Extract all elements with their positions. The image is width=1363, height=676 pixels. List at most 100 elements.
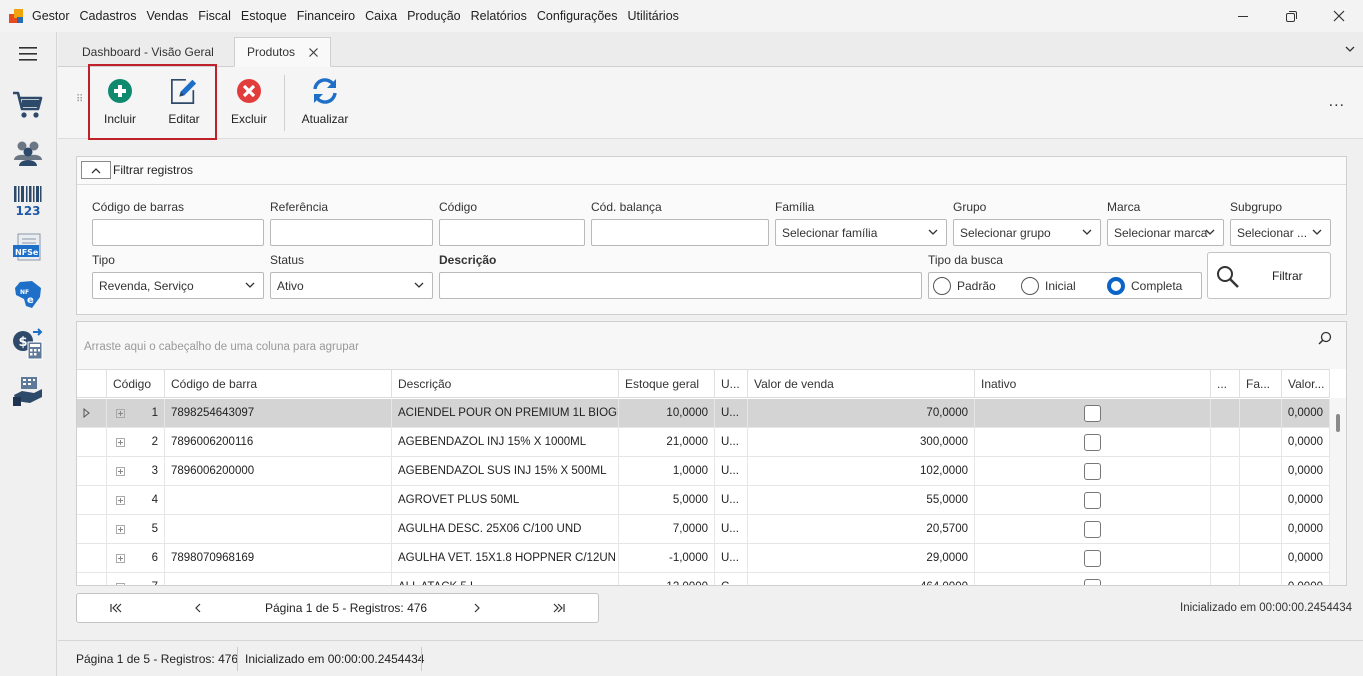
sidebar-item-nfe[interactable]: NF e [11, 278, 45, 312]
close-window-button[interactable] [1316, 0, 1362, 32]
cell-empty [1211, 515, 1240, 543]
table-row[interactable]: 5 AGULHA DESC. 25X06 C/100 UND 7,0000 U... 2… [77, 515, 1330, 544]
radio-padrao[interactable]: Padrão [933, 277, 996, 295]
inativo-checkbox[interactable] [1084, 404, 1101, 422]
incluir-button[interactable]: Incluir [88, 77, 152, 133]
header-fa[interactable]: Fa... [1240, 370, 1282, 398]
search-icon [1217, 266, 1239, 288]
status-select[interactable]: Ativo [270, 272, 433, 299]
row-indicator [77, 457, 107, 485]
grid-search-button[interactable] [1318, 331, 1332, 348]
chevron-down-icon [1082, 229, 1092, 235]
cell-codigo: 1 [107, 399, 165, 427]
menu-producao[interactable]: Produção [407, 9, 461, 23]
sidebar-item-financeiro[interactable]: $ [11, 327, 45, 361]
first-page-button[interactable] [101, 594, 131, 622]
inativo-checkbox[interactable] [1084, 578, 1101, 585]
app-name[interactable]: Gestor [32, 9, 70, 23]
table-row[interactable]: 1 7898254643097 ACIENDEL POUR ON PREMIUM 1… [77, 399, 1330, 428]
expand-row-icon[interactable] [116, 553, 125, 563]
codigo-barras-input[interactable] [92, 219, 264, 246]
radio-completa[interactable]: Completa [1107, 277, 1182, 295]
grid-vertical-scrollbar[interactable] [1330, 398, 1346, 585]
codigo-input[interactable] [439, 219, 585, 246]
menu-caixa[interactable]: Caixa [365, 9, 397, 23]
collapse-filter-button[interactable] [81, 161, 111, 179]
editar-button[interactable]: Editar [152, 77, 216, 133]
tab-list-dropdown[interactable] [1345, 43, 1355, 53]
inativo-checkbox[interactable] [1084, 549, 1101, 567]
next-page-button[interactable] [462, 594, 492, 622]
grupo-select[interactable]: Selecionar grupo [953, 219, 1101, 246]
last-page-button[interactable] [544, 594, 574, 622]
atualizar-button[interactable]: Atualizar [293, 77, 357, 133]
header-descricao[interactable]: Descrição [392, 370, 619, 398]
cell-codigo-value: 4 [151, 494, 158, 506]
expand-row-icon[interactable] [116, 408, 125, 418]
marca-select[interactable]: Selecionar marca [1107, 219, 1224, 246]
menu-utilitarios[interactable]: Utilitários [628, 9, 679, 23]
cell-un: U... [715, 515, 748, 543]
menu-fiscal[interactable]: Fiscal [198, 9, 231, 23]
menu-financeiro[interactable]: Financeiro [297, 9, 355, 23]
table-row[interactable]: 4 AGROVET PLUS 50ML 5,0000 U... 55,0000 0,000… [77, 486, 1330, 515]
descricao-input[interactable] [439, 272, 922, 299]
expand-row-icon[interactable] [116, 466, 125, 476]
group-by-panel[interactable]: Arraste aqui o cabeçalho de uma coluna p… [77, 322, 1346, 369]
table-row[interactable]: 7 ALL ATACK 5 L12,0000C...464,0000 0,0000 [77, 573, 1330, 585]
menu-relatorios[interactable]: Relatórios [471, 9, 527, 23]
restore-button[interactable] [1268, 0, 1314, 32]
cell-codigo-value: 3 [151, 465, 158, 477]
header-codigo-barra[interactable]: Código de barra [165, 370, 392, 398]
sidebar-item-vendas[interactable] [11, 88, 45, 122]
chevron-up-icon [91, 167, 101, 173]
hamburger-menu-button[interactable] [11, 37, 45, 71]
sidebar-item-produtos[interactable]: 123 [11, 184, 45, 218]
menu-vendas[interactable]: Vendas [147, 9, 189, 23]
expand-row-icon[interactable] [116, 437, 125, 447]
cell-codigo: 4 [107, 486, 165, 514]
cell-empty [1240, 399, 1282, 427]
header-inativo[interactable]: Inativo [975, 370, 1211, 398]
referencia-input[interactable] [270, 219, 433, 246]
expand-row-icon[interactable] [116, 582, 125, 585]
menu-configuracoes[interactable]: Configurações [537, 9, 618, 23]
header-unidade[interactable]: U... [715, 370, 748, 398]
header-estoque-geral[interactable]: Estoque geral [619, 370, 715, 398]
tipo-select[interactable]: Revenda, Serviço [92, 272, 264, 299]
toolbar-grip-icon[interactable]: ⠿ [76, 95, 83, 105]
menu-cadastros[interactable]: Cadastros [80, 9, 137, 23]
sidebar-item-caixa[interactable] [11, 374, 45, 408]
inativo-checkbox[interactable] [1084, 520, 1101, 538]
inativo-checkbox[interactable] [1084, 462, 1101, 480]
table-row[interactable]: 6 7898070968169 AGULHA VET. 15X1.8 HOPPNER… [77, 544, 1330, 573]
cod-balanca-input[interactable] [591, 219, 769, 246]
status-init-time: Inicializado em 00:00:00.2454434 [245, 652, 425, 666]
sidebar-item-nfse[interactable]: NFSe [11, 231, 45, 265]
sidebar-item-clientes[interactable] [11, 135, 45, 169]
tab-close-button[interactable] [309, 45, 318, 60]
subgrupo-select[interactable]: Selecionar ... [1230, 219, 1331, 246]
radio-inicial[interactable]: Inicial [1021, 277, 1076, 295]
header-codigo[interactable]: Código [107, 370, 165, 398]
menu-estoque[interactable]: Estoque [241, 9, 287, 23]
header-col-8[interactable]: ... [1211, 370, 1240, 398]
inativo-checkbox[interactable] [1084, 433, 1101, 451]
tab-dashboard[interactable]: Dashboard - Visão Geral [70, 37, 226, 67]
filtrar-button[interactable]: Filtrar [1207, 252, 1331, 299]
table-row[interactable]: 2 7896006200116 AGEBENDAZOL INJ 15% X 1000… [77, 428, 1330, 457]
table-row[interactable]: 3 7896006200000 AGEBENDAZOL SUS INJ 15% X … [77, 457, 1330, 486]
expand-row-icon[interactable] [116, 495, 125, 505]
familia-select[interactable]: Selecionar família [775, 219, 947, 246]
cell-descricao: ACIENDEL POUR ON PREMIUM 1L BIOGEN... [392, 399, 619, 427]
inativo-checkbox[interactable] [1084, 491, 1101, 509]
more-options-button[interactable]: ... [1329, 93, 1345, 111]
header-valor-venda[interactable]: Valor de venda [748, 370, 975, 398]
expand-row-icon[interactable] [116, 524, 125, 534]
scrollbar-thumb[interactable] [1336, 414, 1340, 432]
header-valor[interactable]: Valor... [1282, 370, 1330, 398]
prev-page-button[interactable] [183, 594, 213, 622]
excluir-button[interactable]: Excluir [217, 77, 281, 133]
minimize-button[interactable] [1220, 0, 1266, 32]
tab-produtos[interactable]: Produtos [234, 37, 332, 67]
